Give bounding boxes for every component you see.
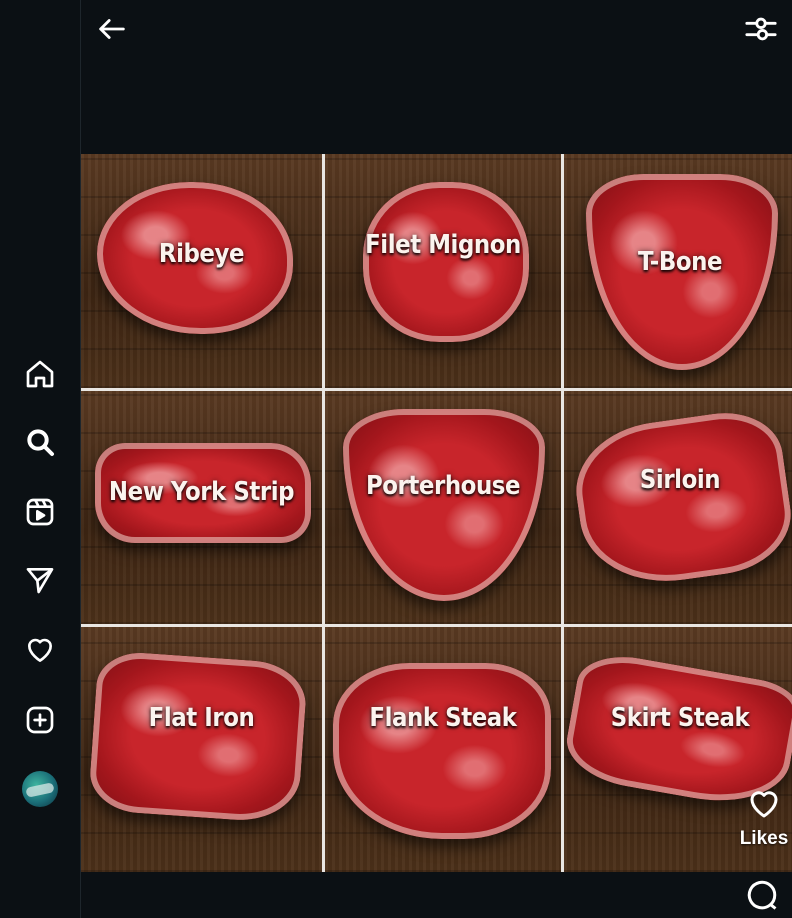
- cut-label: Flat Iron: [148, 703, 255, 733]
- tile-new-york-strip: New York Strip: [81, 391, 322, 624]
- tile-sirloin: Sirloin: [564, 391, 792, 624]
- cut-label: Ribeye: [158, 239, 245, 269]
- sliders-icon[interactable]: [744, 12, 778, 46]
- flat-iron-steak: [87, 649, 309, 825]
- plus-square-icon: [26, 706, 54, 734]
- comment-icon[interactable]: [744, 877, 780, 913]
- cut-label: New York Strip: [108, 477, 295, 507]
- cut-label: T-Bone: [637, 247, 723, 277]
- search-icon: [27, 429, 54, 456]
- cut-label: Flank Steak: [369, 703, 517, 733]
- flank-steak: [333, 663, 551, 839]
- heart-outline-icon[interactable]: [746, 786, 782, 822]
- cut-label: Porterhouse: [365, 471, 521, 501]
- tile-ribeye: Ribeye: [81, 154, 322, 388]
- likes-action: Likes: [736, 786, 792, 850]
- sirloin-steak: [567, 405, 792, 593]
- search-button[interactable]: [22, 424, 58, 460]
- reels-icon: [26, 498, 54, 526]
- cut-label: Filet Mignon: [365, 230, 521, 260]
- tile-filet-mignon: Filet Mignon: [325, 154, 561, 388]
- notifications-button[interactable]: [22, 632, 58, 668]
- cut-label: Skirt Steak: [610, 703, 750, 733]
- messages-button[interactable]: [22, 562, 58, 598]
- cut-label: Sirloin: [639, 465, 721, 495]
- tile-porterhouse: Porterhouse: [325, 391, 561, 624]
- left-sidebar: [0, 0, 81, 918]
- tile-t-bone: T-Bone: [564, 154, 792, 388]
- profile-avatar[interactable]: [22, 771, 58, 807]
- likes-label[interactable]: Likes: [736, 828, 792, 850]
- create-button[interactable]: [22, 702, 58, 738]
- post-header: [81, 0, 792, 154]
- reels-button[interactable]: [22, 494, 58, 530]
- home-icon: [26, 360, 54, 388]
- send-icon: [26, 568, 54, 594]
- heart-icon: [28, 638, 52, 662]
- tile-flat-iron: Flat Iron: [81, 627, 322, 872]
- porterhouse-steak: [343, 409, 545, 601]
- arrow-left-icon[interactable]: [95, 12, 129, 46]
- steak-cuts-image[interactable]: Ribeye Filet Mignon T-Bone New York Stri…: [81, 154, 792, 872]
- home-button[interactable]: [22, 356, 58, 392]
- tile-flank-steak: Flank Steak: [325, 627, 561, 872]
- filet-mignon-steak: [363, 182, 529, 342]
